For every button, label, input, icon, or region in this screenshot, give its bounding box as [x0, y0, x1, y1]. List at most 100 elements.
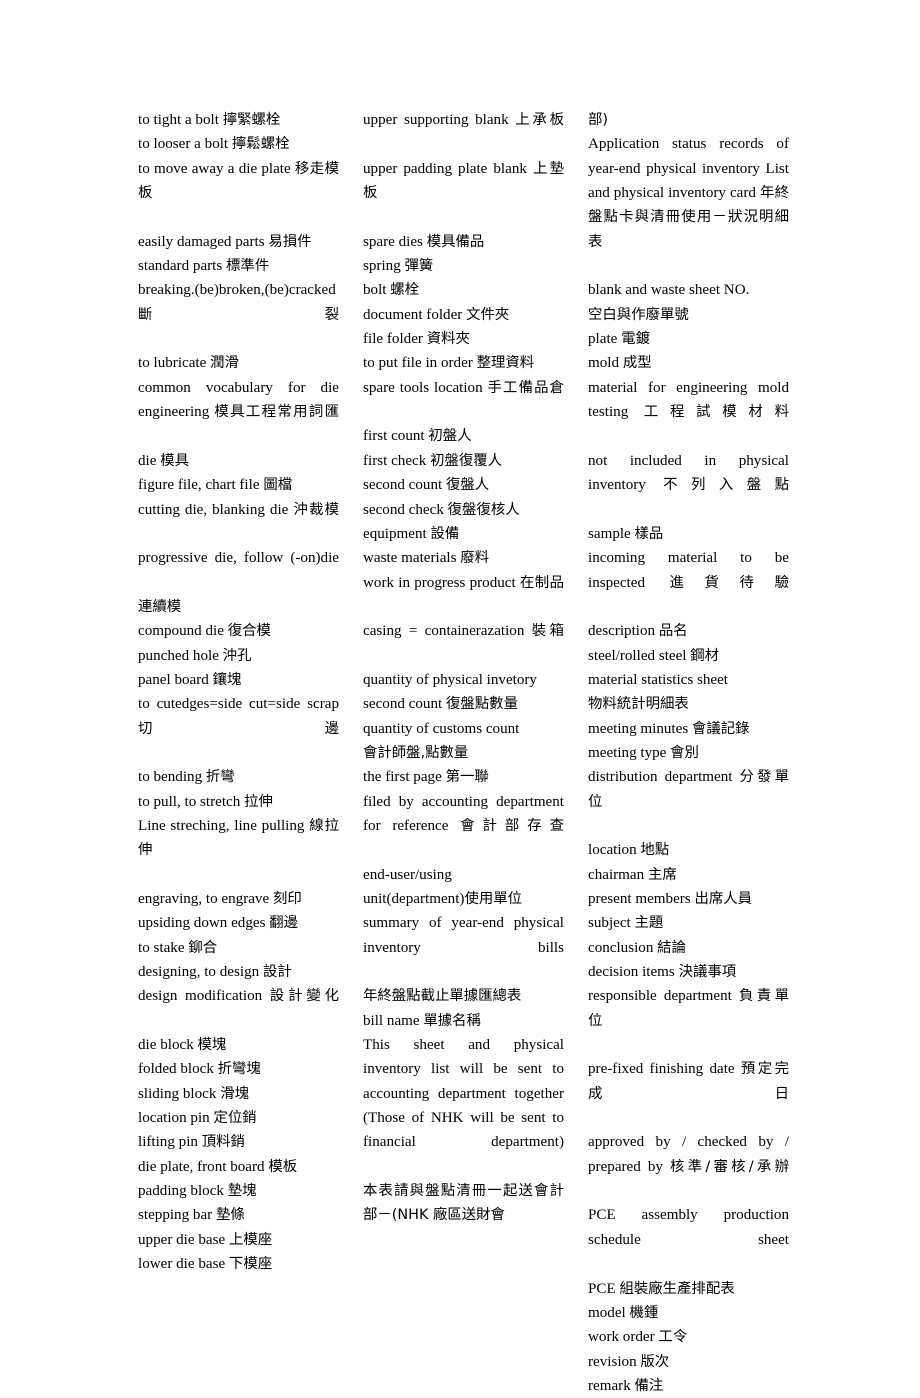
glossary-entry: responsible department 負責單位 — [588, 984, 789, 1057]
glossary-term-zh: 拉伸 — [244, 793, 273, 810]
glossary-entry: plate 電鍍 — [588, 327, 789, 351]
glossary-term-zh: 圖檔 — [263, 477, 293, 494]
glossary-term-en: This sheet and physical inventory list w… — [363, 1037, 564, 1151]
glossary-term-zh: 擰鬆螺栓 — [231, 136, 290, 153]
glossary-term-en: model — [588, 1304, 630, 1321]
glossary-entry: standard parts 標準件 — [138, 254, 339, 278]
glossary-term-zh: 本表請與盤點清冊一起送會計部－(NHK 廠區送財會 — [363, 1183, 564, 1224]
glossary-term-en: panel board — [138, 671, 213, 688]
glossary-term-zh: 品名 — [658, 623, 688, 640]
glossary-term-zh: 復盤復核人 — [447, 501, 520, 518]
glossary-term-zh: 定位銷 — [213, 1110, 257, 1127]
glossary-term-zh: 出席人員 — [694, 891, 753, 907]
glossary-entry: subject 主題 — [588, 911, 789, 935]
glossary-entry: Line streching, line pulling 線拉伸 — [138, 814, 339, 887]
glossary-entry: the first page 第一聯 — [363, 765, 564, 789]
glossary-term-zh: 在制品 — [519, 574, 564, 591]
glossary-entry: bolt 螺栓 — [363, 278, 564, 302]
glossary-term-en: description — [588, 623, 659, 640]
glossary-term-en: PCE — [588, 1280, 620, 1297]
glossary-term-zh: 折彎 — [205, 769, 235, 786]
glossary-term-en: designing, to design — [138, 964, 263, 981]
glossary-entry: steel/rolled steel 鋼材 — [588, 644, 789, 668]
glossary-term-en: work in progress product — [363, 574, 520, 591]
glossary-entry: location 地點 — [588, 838, 789, 862]
glossary-entry: 物料統計明細表 — [588, 692, 789, 716]
glossary-term-zh: 墊條 — [215, 1207, 245, 1224]
glossary-entry: to put file in order 整理資料 — [363, 351, 564, 375]
glossary-term-zh: 機鍾 — [629, 1304, 659, 1321]
glossary-term-zh: 會計部存查 — [460, 817, 564, 834]
glossary-term-zh: 電鍍 — [621, 331, 650, 348]
glossary-entry: figure file, chart file 圖檔 — [138, 473, 339, 497]
glossary-term-en: work order — [588, 1329, 659, 1346]
glossary-column-3: 部) Application status records of year-end… — [588, 108, 789, 1398]
glossary-term-en: material statistics sheet — [588, 671, 728, 688]
glossary-entry: equipment 設備 — [363, 522, 564, 546]
glossary-term-zh: 上模座 — [228, 1231, 273, 1248]
glossary-entry: to looser a bolt 擰鬆螺栓 — [138, 132, 339, 156]
glossary-entry: to lubricate 潤滑 — [138, 351, 339, 375]
glossary-entry: sample 樣品 — [588, 522, 789, 546]
glossary-term-en: chairman — [588, 866, 648, 883]
glossary-term-en: waste materials — [363, 550, 461, 567]
glossary-entry: upper supporting blank 上承板 — [363, 108, 564, 157]
glossary-term-en: to stake — [138, 939, 189, 956]
glossary-entry: work in progress product 在制品 — [363, 571, 564, 620]
glossary-term-en: punched hole — [138, 647, 223, 664]
glossary-term-en: bolt — [363, 282, 391, 299]
glossary-term-zh: 頂料銷 — [201, 1134, 245, 1151]
glossary-term-en: quantity of customs count — [363, 720, 520, 737]
glossary-entry: die block 模塊 — [138, 1033, 339, 1057]
glossary-term-en: die plate, front board — [138, 1158, 269, 1175]
glossary-term-en: pre-fixed finishing date — [588, 1061, 741, 1078]
glossary-term-en: upsiding down edges — [138, 915, 270, 932]
glossary-term-en: to cutedges=side cut=side scrap — [138, 696, 339, 713]
glossary-entry: die 模具 — [138, 449, 339, 473]
glossary-term-en: Line streching, line pulling — [138, 817, 310, 834]
glossary-term-zh: 滑塊 — [220, 1085, 249, 1102]
glossary-term-zh: 單據名稱 — [423, 1012, 481, 1029]
glossary-term-en: subject — [588, 915, 635, 932]
glossary-term-en: first count — [363, 428, 429, 445]
glossary-column-1: to tight a bolt 擰緊螺栓 to looser a bolt 擰鬆螺… — [138, 108, 339, 1277]
glossary-entry: summary of year-end physical inventory b… — [363, 911, 564, 984]
glossary-term-zh: 螺栓 — [390, 282, 420, 299]
glossary-entry: work order 工令 — [588, 1325, 789, 1349]
glossary-term-zh: 鑲塊 — [212, 671, 242, 688]
glossary-entry: location pin 定位銷 — [138, 1106, 339, 1130]
glossary-term-zh: 斷裂 — [138, 306, 339, 323]
glossary-term-zh: 設備 — [430, 525, 460, 542]
glossary-term-en: blank and waste sheet NO. — [588, 282, 750, 299]
glossary-entry: first count 初盤人 — [363, 424, 564, 448]
glossary-term-en: decision items — [588, 964, 679, 981]
glossary-term-zh: 工令 — [658, 1329, 688, 1346]
glossary-entry: 本表請與盤點清冊一起送會計部－(NHK 廠區送財會 — [363, 1179, 564, 1228]
glossary-entry: first check 初盤復覆人 — [363, 449, 564, 473]
glossary-entry: 空白與作廢單號 — [588, 303, 789, 327]
glossary-term-zh: 沖孔 — [222, 647, 252, 664]
glossary-term-en: location pin — [138, 1110, 214, 1127]
glossary-term-zh: 墊塊 — [227, 1183, 257, 1200]
glossary-term-zh: 模具工程常用詞匯 — [214, 404, 339, 421]
glossary-term-en: present members — [588, 891, 695, 907]
glossary-term-zh: 復盤人 — [446, 477, 490, 494]
glossary-term-en: PCE assembly production schedule sheet — [588, 1207, 789, 1248]
glossary-term-en: lifting pin — [138, 1134, 202, 1151]
glossary-entry: quantity of customs count — [363, 717, 564, 741]
glossary-term-zh: 結論 — [657, 939, 686, 956]
glossary-entry: second count 復盤人 — [363, 473, 564, 497]
glossary-entry: unit(department)使用單位 — [363, 887, 564, 911]
glossary-term-zh: 潤滑 — [210, 355, 239, 372]
glossary-term-en: the first page — [363, 769, 446, 786]
glossary-entry: blank and waste sheet NO. — [588, 278, 789, 302]
glossary-column-2: upper supporting blank 上承板 upper padding … — [363, 108, 564, 1228]
glossary-term-zh: 鋼材 — [690, 647, 720, 664]
glossary-term-en: to pull, to stretch — [138, 793, 245, 810]
glossary-term-zh: 模具備品 — [426, 233, 485, 250]
glossary-entry: conclusion 結論 — [588, 936, 789, 960]
glossary-entry: filed by accounting department for refer… — [363, 790, 564, 863]
glossary-term-en: remark — [588, 1377, 635, 1394]
glossary-term-zh: 使用單位 — [464, 891, 523, 907]
glossary-entry: second count 復盤點數量 — [363, 692, 564, 716]
